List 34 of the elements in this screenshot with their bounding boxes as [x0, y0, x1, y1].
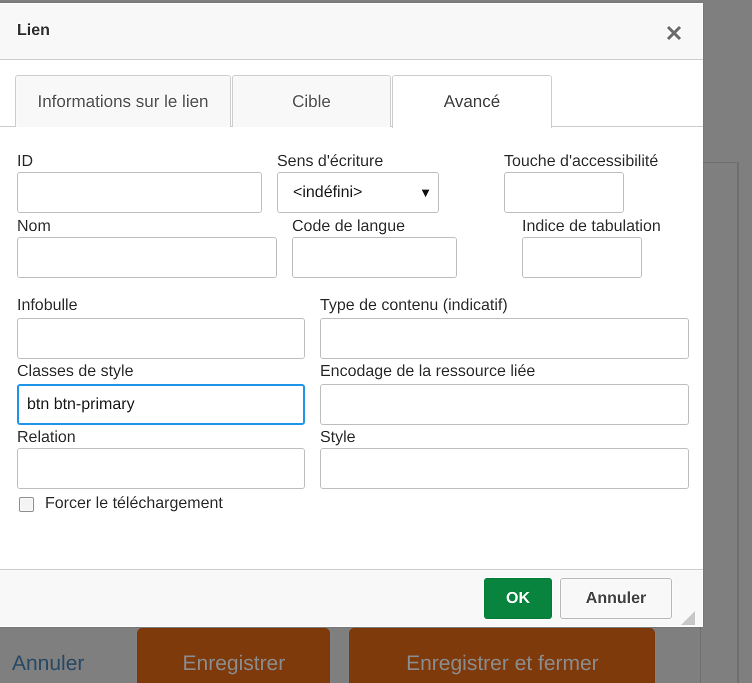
input-field[interactable]	[292, 237, 457, 278]
field-label: Encodage de la ressource liée	[320, 362, 536, 382]
tab[interactable]: Avancé	[392, 75, 552, 128]
field-label: Code de langue	[292, 217, 405, 237]
tab[interactable]: Informations sur le lien	[15, 75, 231, 127]
cancel-button[interactable]: Annuler	[560, 578, 672, 619]
input-field[interactable]: btn btn-primary	[17, 384, 305, 425]
input-field[interactable]	[320, 384, 689, 425]
select-field[interactable]: <indéfini> ▼	[277, 172, 439, 213]
field-label: Sens d'écriture	[277, 152, 384, 172]
close-icon[interactable]	[666, 25, 682, 41]
field-label: Style	[320, 428, 356, 448]
input-field[interactable]	[320, 318, 689, 359]
field-label: Classes de style	[17, 362, 134, 382]
field-label: Indice de tabulation	[522, 217, 661, 237]
input-field[interactable]	[522, 237, 642, 278]
field-label: ID	[17, 152, 33, 172]
field-label: Infobulle	[17, 296, 78, 316]
field-label: Nom	[17, 217, 51, 237]
resize-grip-icon[interactable]	[681, 611, 695, 625]
ok-button[interactable]: OK	[484, 578, 552, 619]
input-field[interactable]	[17, 237, 277, 278]
input-field[interactable]	[320, 448, 689, 489]
checkbox[interactable]	[19, 496, 34, 512]
tab[interactable]: Cible	[232, 75, 391, 127]
input-field[interactable]	[504, 172, 624, 213]
field-label: Type de contenu (indicatif)	[320, 296, 508, 316]
checkbox-label: Forcer le téléchargement	[45, 495, 223, 513]
dialog-title: Lien	[17, 22, 50, 40]
input-field[interactable]	[17, 172, 262, 213]
field-label: Relation	[17, 428, 76, 448]
input-field[interactable]	[17, 318, 305, 359]
field-label: Touche d'accessibilité	[504, 152, 658, 172]
input-field[interactable]	[17, 448, 305, 489]
